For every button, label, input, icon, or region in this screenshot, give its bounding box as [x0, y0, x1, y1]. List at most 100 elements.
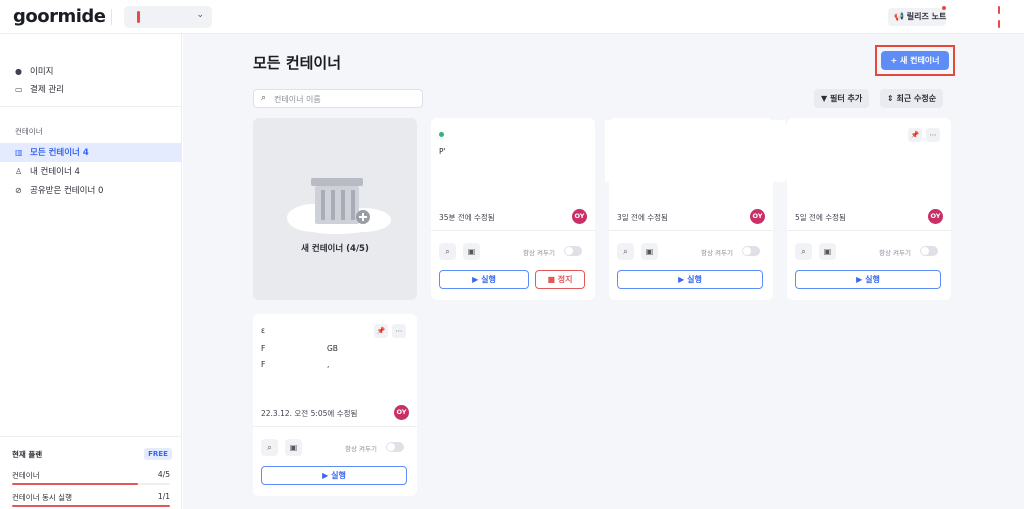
workspace-selector[interactable]: ⌄: [124, 6, 212, 28]
more-icon[interactable]: ⋯: [392, 324, 406, 338]
card-divider: [787, 230, 951, 231]
terminal-icon[interactable]: ▣: [641, 243, 658, 260]
owner-avatar: OY: [572, 209, 587, 224]
new-container-button[interactable]: + 새 컨테이너: [881, 51, 949, 70]
notification-dot: [942, 6, 946, 10]
card-icon: ▭: [15, 85, 23, 94]
owner-avatar: OY: [394, 405, 409, 420]
filter-label: 필터 추가: [829, 94, 863, 103]
new-container-card[interactable]: 새 컨테이너 (4/5): [253, 118, 417, 300]
preview-icon[interactable]: ⌕: [439, 243, 456, 260]
redacted-area: [605, 120, 785, 182]
image-icon: ●: [15, 67, 22, 76]
pin-icon[interactable]: 📌: [908, 128, 922, 142]
run-button[interactable]: ▶ 실행: [261, 466, 407, 485]
terminal-icon[interactable]: ▣: [463, 243, 480, 260]
always-on-label: 항상 켜두기: [701, 249, 733, 257]
usage-label: 컨테이너 동시 실행: [12, 493, 72, 502]
sidebar-section-title: 컨테이너: [15, 127, 43, 136]
terminal-icon[interactable]: ▣: [285, 439, 302, 456]
run-button[interactable]: ▶ 실행: [439, 270, 529, 289]
card-divider: [431, 230, 595, 231]
new-container-label: 새 컨테이너 (4/5): [301, 244, 369, 254]
search-box[interactable]: ⌕: [253, 89, 423, 108]
search-input[interactable]: [274, 93, 414, 105]
release-notes-label: 릴리즈 노트: [906, 12, 947, 21]
sidebar-divider: [0, 106, 182, 107]
more-icon[interactable]: ⋯: [926, 128, 940, 142]
container-name: P': [439, 147, 446, 156]
sidebar-item-label: 모든 컨테이너 4: [30, 148, 89, 158]
usage-bar-fill: [12, 505, 170, 507]
run-button[interactable]: ▶ 실행: [617, 270, 763, 289]
always-on-label: 항상 켜두기: [879, 249, 911, 257]
pin-icon[interactable]: 📌: [374, 324, 388, 338]
running-status-dot: [439, 132, 444, 137]
sidebar-item-all-containers[interactable]: ▥ 모든 컨테이너 4: [0, 143, 182, 162]
modified-time: 3일 전에 수정됨: [617, 213, 668, 222]
terminal-icon[interactable]: ▣: [819, 243, 836, 260]
user-icon: ♙: [15, 167, 23, 176]
usage-bar-fill: [12, 483, 139, 485]
extra-info: ,: [327, 360, 330, 369]
container-card[interactable]: ε 📌 ⋯ F GB F , 22.3.12. 오전 5:05에 수정됨 OY …: [253, 314, 417, 496]
card-divider: [609, 230, 773, 231]
sort-label: 최근 수정순: [896, 94, 937, 103]
goormide-logo[interactable]: goormide: [13, 6, 106, 27]
sidebar-item-images[interactable]: ● 이미지: [0, 62, 182, 81]
container-cloud-illustration: [287, 178, 391, 234]
always-on-toggle[interactable]: [920, 246, 938, 256]
link-icon: ⊘: [15, 186, 22, 195]
release-notes-button[interactable]: 📢 릴리즈 노트: [888, 6, 947, 26]
grid-icon: ▥: [15, 148, 23, 157]
run-button[interactable]: ▶ 실행: [795, 270, 941, 289]
filter-icon: ▼: [821, 94, 828, 103]
usage-containers: 컨테이너 4/5: [12, 470, 170, 481]
container-name: ε: [261, 326, 266, 335]
always-on-label: 항상 켜두기: [523, 249, 555, 257]
workspace-avatar: [137, 11, 140, 23]
sort-icon: ⇕: [887, 94, 894, 103]
usage-value: 1/1: [157, 492, 170, 501]
sidebar-item-label: 이미지: [30, 67, 54, 77]
sidebar-item-my-containers[interactable]: ♙ 내 컨테이너 4: [0, 162, 182, 181]
plan-divider: [0, 436, 182, 437]
usage-bar-concurrent: [12, 505, 170, 507]
page-title: 모든 컨테이너: [253, 54, 342, 72]
always-on-toggle[interactable]: [386, 442, 404, 452]
redacted-area: [775, 124, 893, 180]
chevron-down-icon: ⌄: [196, 10, 204, 20]
usage-bar-containers: [12, 483, 170, 485]
megaphone-icon: 📢: [894, 12, 904, 21]
always-on-toggle[interactable]: [742, 246, 760, 256]
always-on-label: 항상 켜두기: [345, 445, 377, 453]
filter-button[interactable]: ▼ 필터 추가: [814, 89, 870, 108]
sidebar-item-label: 공유받은 컨테이너 0: [30, 186, 104, 196]
main-content: 모든 컨테이너 + 새 컨테이너 ⌕ ▼ 필터 추가 ⇕ 최근 수정순 새 컨테…: [183, 34, 1024, 509]
preview-icon[interactable]: ⌕: [795, 243, 812, 260]
stop-button[interactable]: ■ 정지: [535, 270, 585, 289]
search-icon: ⌕: [261, 93, 267, 103]
region-info: F: [261, 360, 266, 369]
owner-avatar: OY: [928, 209, 943, 224]
usage-value: 4/5: [157, 470, 170, 479]
topbar-divider: [111, 9, 112, 25]
avatar-mark-top: [998, 6, 1000, 14]
top-bar: goormide ⌄ 📢 릴리즈 노트: [0, 0, 1024, 34]
modified-time: 5일 전에 수정됨: [795, 213, 846, 222]
preview-icon[interactable]: ⌕: [617, 243, 634, 260]
stack-info: F: [261, 344, 266, 353]
sidebar-item-label: 내 컨테이너 4: [30, 167, 80, 177]
sidebar-item-billing[interactable]: ▭ 결제 관리: [0, 80, 182, 99]
sidebar: ● 이미지 ▭ 결제 관리 컨테이너 ▥ 모든 컨테이너 4 ♙ 내 컨테이너 4 ⊘ 공…: [0, 34, 182, 509]
container-card[interactable]: P' 35분 전에 수정됨 OY ⌕ ▣ 항상 켜두기 ▶ 실행 ■ 정지: [431, 118, 595, 300]
always-on-toggle[interactable]: [564, 246, 582, 256]
preview-icon[interactable]: ⌕: [261, 439, 278, 456]
modified-time: 35분 전에 수정됨: [439, 213, 495, 222]
sort-button[interactable]: ⇕ 최근 수정순: [880, 89, 944, 108]
sidebar-item-shared-containers[interactable]: ⊘ 공유받은 컨테이너 0: [0, 181, 182, 200]
user-avatar[interactable]: [994, 6, 1008, 28]
storage-info: GB: [327, 344, 338, 353]
owner-avatar: OY: [750, 209, 765, 224]
avatar-mark-bottom: [998, 20, 1000, 28]
